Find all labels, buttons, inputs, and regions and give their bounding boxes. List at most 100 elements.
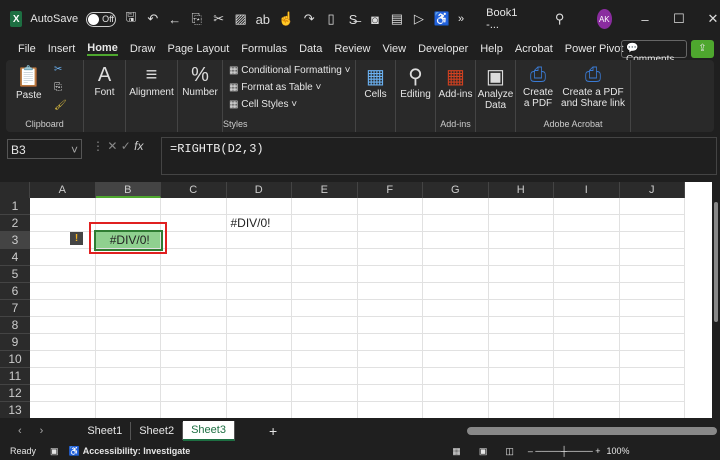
column-header-I[interactable]: I	[554, 182, 620, 198]
column-header-C[interactable]: C	[161, 182, 227, 198]
cell-C10[interactable]	[161, 351, 227, 368]
add-sheet-button[interactable]: +	[269, 423, 277, 439]
form-icon[interactable]: ▤	[390, 11, 404, 27]
cell-D10[interactable]	[226, 351, 292, 368]
row-header-10[interactable]: 10	[0, 351, 30, 368]
more-commands[interactable]: »	[458, 13, 464, 25]
cell-C5[interactable]	[161, 266, 227, 283]
cell-J6[interactable]	[619, 283, 685, 300]
row-header-1[interactable]: 1	[0, 198, 30, 215]
column-header-J[interactable]: J	[619, 182, 685, 198]
cell-B11[interactable]	[95, 368, 161, 385]
vertical-scrollbar[interactable]	[712, 182, 720, 418]
tab-file[interactable]: File	[18, 43, 36, 55]
cell-A12[interactable]	[30, 385, 96, 402]
cell-F8[interactable]	[357, 317, 423, 334]
cell-J4[interactable]	[619, 249, 685, 266]
cell-I6[interactable]	[554, 283, 620, 300]
page-break-icon[interactable]: ◫	[505, 446, 514, 457]
column-header-H[interactable]: H	[488, 182, 554, 198]
cell-G6[interactable]	[423, 283, 489, 300]
cell-F2[interactable]	[357, 215, 423, 232]
sheet-tab-sheet3[interactable]: Sheet3	[183, 421, 235, 441]
cell-A6[interactable]	[30, 283, 96, 300]
cell-H2[interactable]	[488, 215, 554, 232]
tab-page-layout[interactable]: Page Layout	[167, 43, 229, 55]
minimize-icon[interactable]: –	[638, 12, 652, 27]
cell-B13[interactable]	[96, 402, 161, 418]
cell-J10[interactable]	[619, 351, 685, 368]
cell-D4[interactable]	[226, 249, 292, 266]
cell-H6[interactable]	[488, 283, 554, 300]
chevron-down-icon[interactable]: ˅	[71, 143, 78, 157]
accessibility-icon[interactable]: ♿	[434, 11, 450, 27]
cell-B10[interactable]	[95, 351, 161, 368]
cell-D7[interactable]	[226, 300, 292, 317]
accessibility-status[interactable]: Accessibility: Investigate	[83, 446, 191, 456]
copy-icon[interactable]: ⎘	[190, 11, 204, 27]
row-header-6[interactable]: 6	[0, 283, 30, 300]
tab-view[interactable]: View	[382, 43, 406, 55]
cell-D3[interactable]	[226, 232, 292, 249]
comments-button[interactable]: 💬 Comments	[621, 40, 687, 65]
row-header-7[interactable]: 7	[0, 300, 30, 317]
cell-E6[interactable]	[292, 283, 358, 300]
cell-C12[interactable]	[161, 385, 227, 402]
cell-E11[interactable]	[292, 368, 358, 385]
column-header-B[interactable]: B	[95, 182, 161, 198]
page-layout-icon[interactable]: ▣	[479, 446, 488, 457]
cell-I9[interactable]	[554, 334, 620, 351]
cell-E3[interactable]	[292, 232, 358, 249]
share-button[interactable]: ⇪	[691, 40, 714, 58]
tab-insert[interactable]: Insert	[48, 43, 76, 55]
close-icon[interactable]: ✕	[706, 11, 720, 27]
strikethrough-icon[interactable]: S̶	[346, 12, 360, 27]
cell-J7[interactable]	[619, 300, 685, 317]
row-header-4[interactable]: 4	[0, 249, 30, 266]
cell-D9[interactable]	[226, 334, 292, 351]
cell-E2[interactable]	[292, 215, 358, 232]
tab-draw[interactable]: Draw	[130, 43, 156, 55]
cell-C3[interactable]	[161, 232, 227, 249]
cell-G3[interactable]	[423, 232, 489, 249]
cell-G4[interactable]	[423, 249, 489, 266]
cell-C9[interactable]	[161, 334, 227, 351]
column-header-E[interactable]: E	[292, 182, 358, 198]
cell-H7[interactable]	[488, 300, 554, 317]
cell-B1[interactable]	[95, 198, 161, 215]
undo-icon[interactable]: ↶	[146, 11, 160, 27]
cell-C13[interactable]	[161, 402, 227, 418]
maximize-icon[interactable]: ☐	[672, 11, 686, 27]
cell-E13[interactable]	[292, 402, 358, 418]
cell-G1[interactable]	[423, 198, 489, 215]
cell-A13[interactable]	[30, 402, 96, 418]
insert-function-button[interactable]: fx	[134, 139, 143, 153]
tab-home[interactable]: Home	[87, 42, 118, 56]
font-button[interactable]: A Font	[84, 60, 126, 132]
camera-icon[interactable]: ◙	[368, 12, 382, 27]
column-header-D[interactable]: D	[226, 182, 292, 198]
autosave-toggle[interactable]: Off	[86, 11, 116, 27]
copy-icon[interactable]: ⎘	[54, 82, 62, 93]
prev-sheet-icon[interactable]: ‹	[18, 425, 22, 437]
cells-button[interactable]: ▦ Cells	[356, 60, 396, 132]
cell-C8[interactable]	[161, 317, 227, 334]
cell-F4[interactable]	[357, 249, 423, 266]
sheet-tab-sheet1[interactable]: Sheet1	[79, 422, 132, 440]
macro-icon[interactable]: ▣	[50, 446, 59, 457]
cell-H1[interactable]	[488, 198, 554, 215]
row-header-9[interactable]: 9	[0, 334, 30, 351]
row-header-12[interactable]: 12	[0, 385, 30, 402]
paste-button[interactable]: Paste	[16, 90, 42, 101]
cell-I2[interactable]	[554, 215, 620, 232]
cell-F1[interactable]	[357, 198, 423, 215]
cell-B12[interactable]	[95, 385, 161, 402]
cell-E1[interactable]	[292, 198, 358, 215]
sign-icon[interactable]: ▷	[412, 11, 426, 27]
addins-button[interactable]: Add-ins	[436, 89, 475, 100]
cell-G7[interactable]	[423, 300, 489, 317]
row-header-2[interactable]: 2	[0, 215, 30, 232]
enter-icon[interactable]: ✓	[121, 139, 131, 153]
cell-A4[interactable]	[30, 249, 96, 266]
row-header-3[interactable]: 3	[0, 232, 30, 249]
